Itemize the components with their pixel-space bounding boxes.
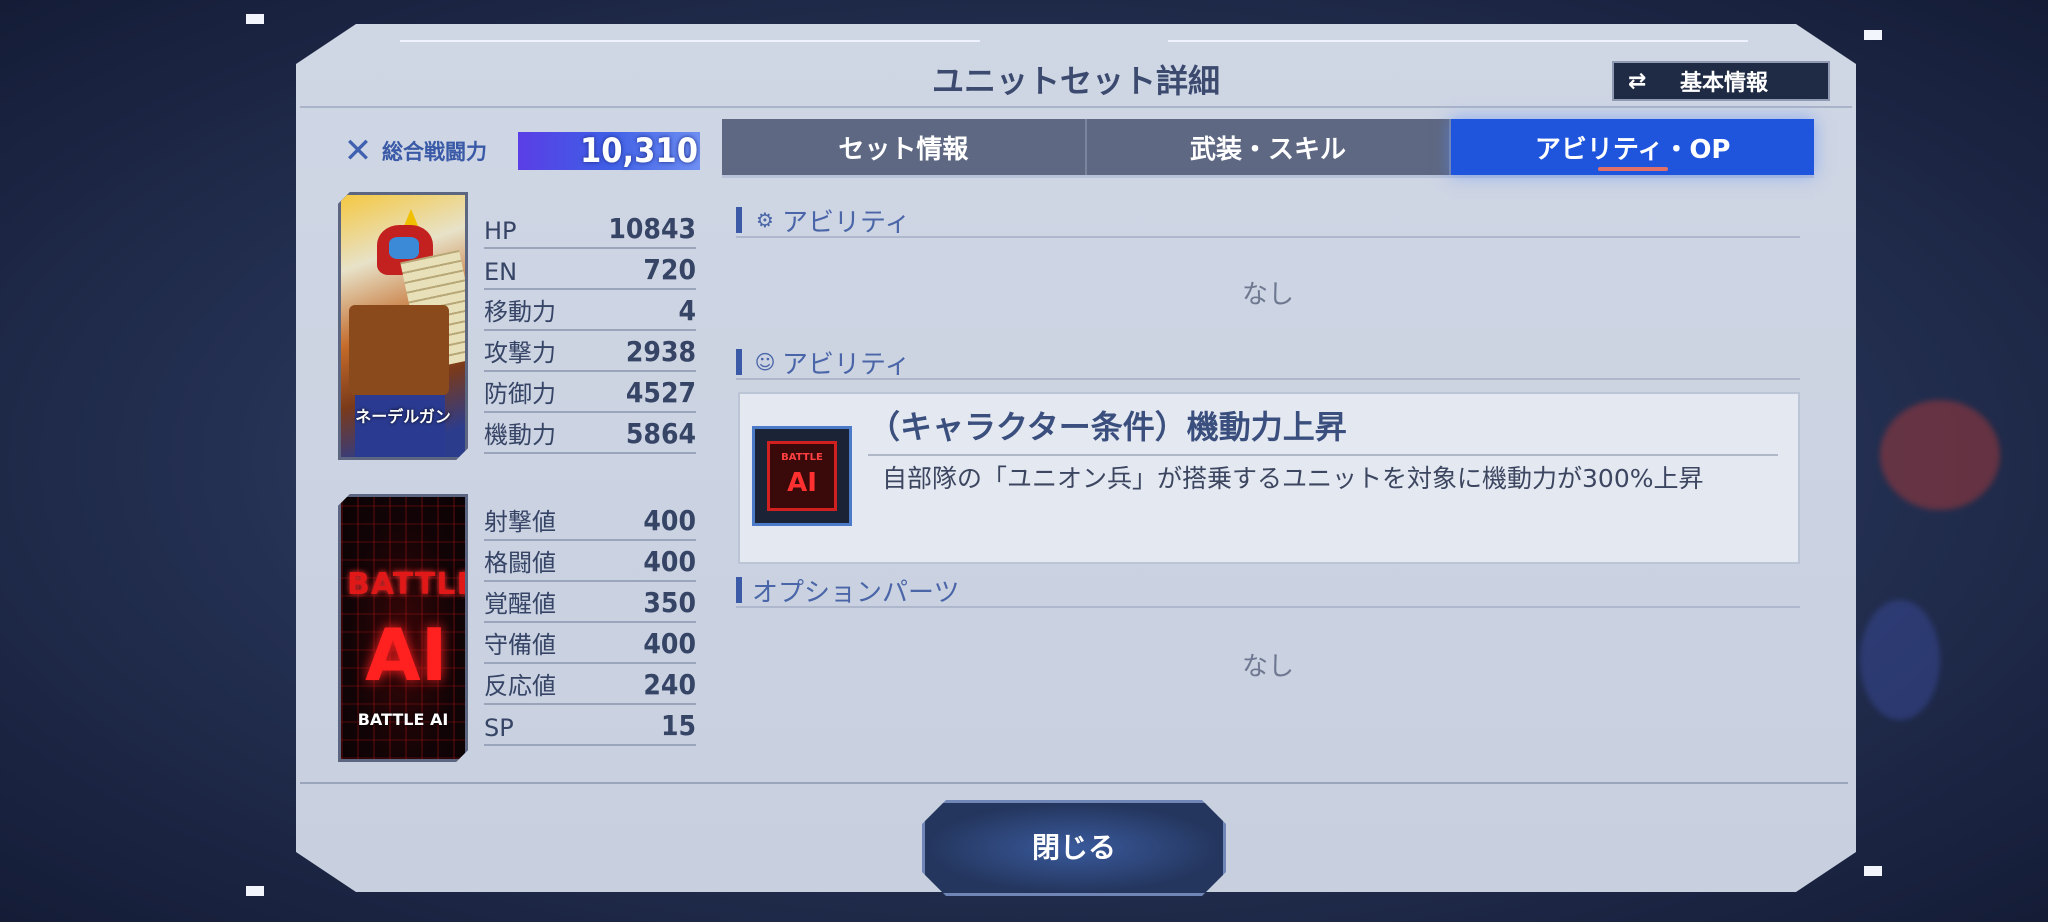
frame-top-line [400,40,980,42]
pilot-icon: ☺ [754,350,776,374]
battle-ai-name: BATTLE AI [357,710,449,729]
stat-label: 覚醒値 [484,590,556,618]
stat-label: SP [484,714,514,742]
section-pilot-ability-title: アビリティ [782,349,911,380]
crossed-swords-icon: ✕ [343,131,373,171]
stat-value: 10843 [608,212,696,245]
total-power-label: 総合戦闘力 [382,140,487,164]
section-bar [736,349,742,375]
battle-ai-icon: BATTLE AI [752,426,852,526]
battle-ai-card[interactable]: BATTLE AI BATTLE AI [338,494,468,762]
stat-row: 格闘値 400 [484,541,696,582]
ability-icon-top: BATTLE [781,452,823,463]
stat-value: 720 [643,253,696,286]
unit-stats: HP 10843 EN 720 移動力 4 攻撃力 2938 防御力 4527 機動力 5864 [484,208,696,454]
battle-ai-art-main: AI [365,613,448,697]
stat-value: 240 [643,668,696,701]
stat-label: 反応値 [484,672,556,700]
stat-label: 防御力 [484,380,556,408]
close-button[interactable]: 閉じる [922,800,1226,896]
stat-row: EN 720 [484,249,696,290]
frame-tick [1864,866,1882,876]
stat-row: 移動力 4 [484,290,696,331]
stat-label: EN [484,258,518,286]
ai-stats: 射撃値 400 格闘値 400 覚醒値 350 守備値 400 反応値 240 SP 15 [484,500,696,746]
tab-1[interactable]: 武装・スキル [1087,119,1452,175]
stat-value: 400 [643,627,696,660]
option-parts-empty: なし [1241,652,1294,682]
battle-ai-art-top: BATTLE [347,567,468,602]
total-power: ✕ 総合戦闘力 10,310 [338,128,700,174]
stat-label: HP [484,217,517,245]
frame-top-line [1168,40,1748,42]
basic-info-button[interactable]: ⇄ 基本情報 [1612,61,1830,101]
stat-label: 移動力 [484,298,556,326]
section-bar [736,577,742,603]
shuffle-icon: ⇄ [1628,68,1647,94]
stat-row: SP 15 [484,705,696,746]
ability-name: （キャラクター条件）機動力上昇 [868,402,1778,456]
detail-tabs: セット情報 武装・スキル アビリティ・OP [722,119,1815,178]
unit-card[interactable]: ネーデルガン [338,192,468,460]
stat-value: 15 [660,709,696,742]
section-option-parts: オプションパーツ [736,574,1800,608]
stat-label: 機動力 [484,421,556,449]
section-unit-ability: ⚙ アビリティ [736,204,1800,238]
frame-tick [246,886,264,896]
ability-item[interactable]: BATTLE AI （キャラクター条件）機動力上昇 自部隊の「ユニオン兵」が搭乗… [738,392,1800,564]
tab-2[interactable]: アビリティ・OP [1451,119,1815,175]
stat-value: 400 [643,545,696,578]
total-power-value: 10,310 [518,132,700,170]
stat-row: 防御力 4527 [484,372,696,413]
stat-value: 400 [643,504,696,537]
section-pilot-ability: ☺ アビリティ [736,346,1800,380]
stat-label: 攻撃力 [484,339,556,367]
frame-tick [246,14,264,24]
ability-icon-main: AI [787,468,817,498]
stat-label: 守備値 [484,631,556,659]
stat-row: 守備値 400 [484,623,696,664]
frame-tick [1864,30,1882,40]
stat-value: 5864 [625,417,696,450]
background-robot [1860,600,1940,720]
stat-value: 4 [678,294,696,327]
unit-ability-empty: なし [1241,280,1294,310]
footer-divider [300,782,1848,784]
unit-name: ネーデルガン [355,407,451,426]
section-option-parts-title: オプションパーツ [752,577,960,608]
stat-row: 攻撃力 2938 [484,331,696,372]
stat-value: 2938 [625,335,696,368]
stat-row: HP 10843 [484,208,696,249]
section-bar [736,207,742,233]
stat-value: 350 [643,586,696,619]
stat-label: 格闘値 [484,549,556,577]
tab-0[interactable]: セット情報 [722,119,1087,175]
ability-description: 自部隊の「ユニオン兵」が搭乗するユニットを対象に機動力が300%上昇 [882,464,1704,493]
stat-value: 4527 [625,376,696,409]
stat-row: 覚醒値 350 [484,582,696,623]
stat-row: 反応値 240 [484,664,696,705]
stat-label: 射撃値 [484,508,556,536]
stat-row: 射撃値 400 [484,500,696,541]
basic-info-label: 基本情報 [1680,71,1769,96]
stat-row: 機動力 5864 [484,413,696,454]
background-robot [1880,400,2000,510]
robot-icon: ⚙ [756,208,774,232]
section-unit-ability-title: アビリティ [782,207,911,238]
